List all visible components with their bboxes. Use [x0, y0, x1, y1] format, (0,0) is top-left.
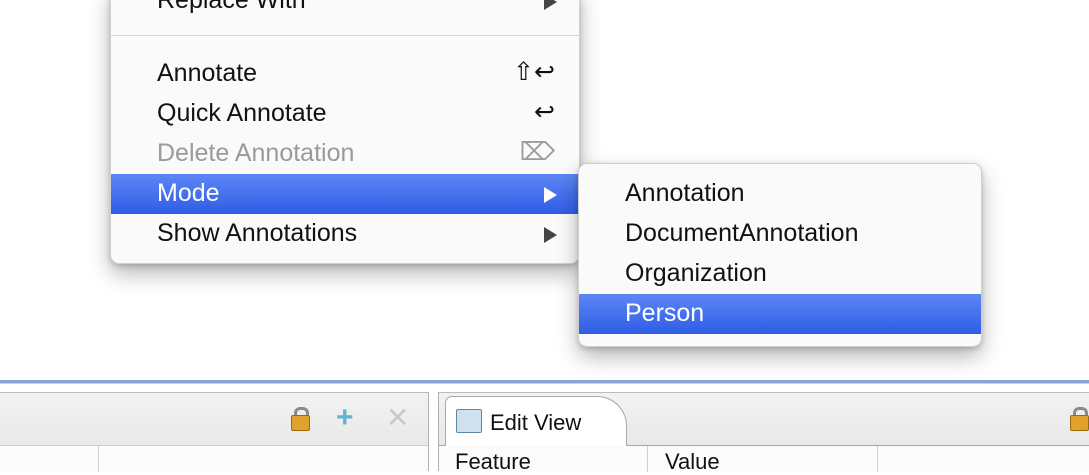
- column-header-value[interactable]: Value: [665, 449, 720, 475]
- menu-item-replace-with[interactable]: Replace With: [111, 0, 579, 21]
- submenu-item-organization[interactable]: Organization: [579, 254, 981, 294]
- menu-item-show-annotations[interactable]: Show Annotations: [111, 214, 579, 254]
- submenu-arrow-icon: [544, 227, 557, 243]
- left-view-panel: + ✕: [0, 392, 429, 472]
- lock-icon[interactable]: [1067, 406, 1089, 431]
- menu-item-label: Replace With: [157, 0, 306, 14]
- menu-item-delete-annotation: Delete Annotation ⌦: [111, 134, 579, 174]
- tab-label: Edit View: [490, 410, 582, 435]
- panel-divider-highlight: [0, 383, 1089, 384]
- submenu-arrow-icon: [544, 187, 557, 203]
- mode-submenu: Annotation DocumentAnnotation Organizati…: [578, 163, 982, 347]
- column-divider[interactable]: [98, 446, 99, 472]
- shortcut-delete: ⌦: [519, 138, 555, 166]
- submenu-item-label: DocumentAnnotation: [625, 219, 859, 247]
- menu-item-label: Show Annotations: [157, 219, 358, 247]
- submenu-item-person[interactable]: Person: [579, 294, 981, 334]
- menu-item-mode[interactable]: Mode: [111, 174, 579, 214]
- menu-item-label: Quick Annotate: [157, 99, 327, 127]
- shortcut-shift-return: ⇧↩: [513, 58, 555, 86]
- submenu-item-label: Annotation: [625, 179, 745, 207]
- submenu-item-label: Person: [625, 299, 705, 327]
- left-table-header: [0, 445, 428, 472]
- submenu-arrow-icon: [544, 0, 557, 10]
- left-view-toolbar: + ✕: [0, 393, 428, 445]
- menu-item-label: Annotate: [157, 59, 258, 87]
- edit-view-panel: Edit View Feature Value: [438, 392, 1089, 474]
- add-icon[interactable]: +: [336, 403, 354, 433]
- shortcut-return: ↩: [534, 98, 555, 126]
- submenu-item-annotation[interactable]: Annotation: [579, 174, 981, 214]
- tab-edit-view[interactable]: Edit View: [445, 396, 627, 447]
- column-divider[interactable]: [647, 446, 648, 472]
- edit-view-table-header: Feature Value: [439, 446, 1089, 474]
- lock-icon[interactable]: [288, 406, 312, 431]
- column-header-feature[interactable]: Feature: [455, 449, 531, 475]
- menu-item-label: Delete Annotation: [157, 139, 355, 167]
- submenu-item-label: Organization: [625, 259, 767, 287]
- menu-item-label: Mode: [157, 179, 220, 207]
- menu-item-quick-annotate[interactable]: Quick Annotate ↩: [111, 94, 579, 134]
- remove-icon: ✕: [386, 402, 410, 433]
- menu-separator: [111, 35, 579, 36]
- menu-item-annotate[interactable]: Annotate ⇧↩: [111, 54, 579, 94]
- context-menu: Replace With Annotate ⇧↩ Quick Annotate …: [110, 0, 580, 264]
- submenu-item-document-annotation[interactable]: DocumentAnnotation: [579, 214, 981, 254]
- column-divider[interactable]: [877, 446, 878, 472]
- edit-view-icon: [456, 409, 482, 433]
